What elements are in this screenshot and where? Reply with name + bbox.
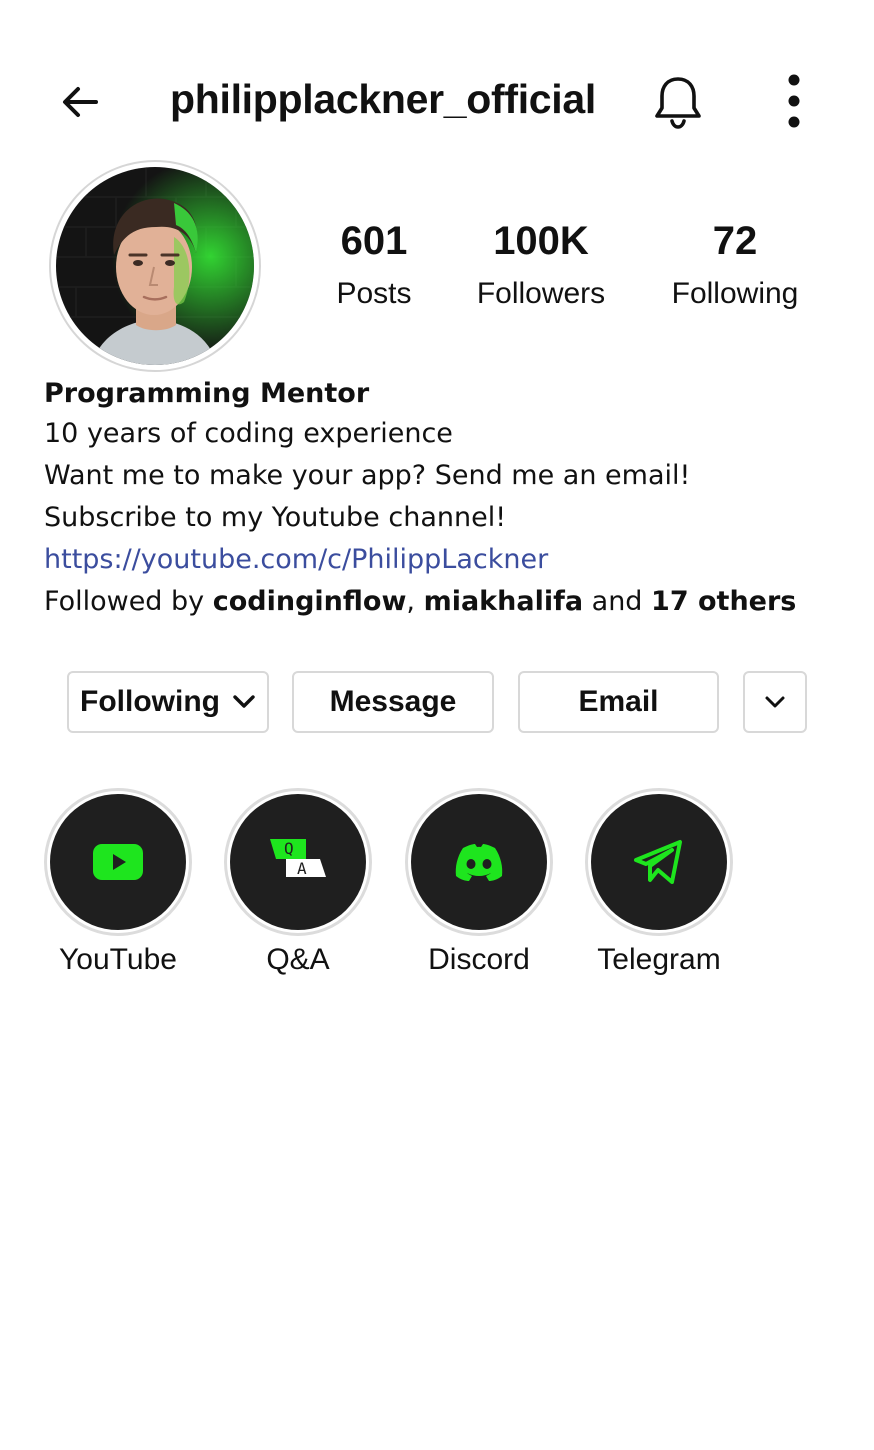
highlight-telegram[interactable]: Telegram: [585, 788, 733, 980]
profile-avatar[interactable]: [49, 160, 261, 372]
following-label: Following: [671, 277, 799, 310]
bell-icon: [655, 77, 701, 129]
back-arrow-icon: [63, 87, 98, 117]
highlight-cover: [591, 794, 727, 930]
followed-by-others-link[interactable]: 17 others: [651, 586, 796, 617]
following-count: 72: [712, 219, 758, 263]
highlight-ring: [585, 788, 733, 936]
followed-by-separator: ,: [406, 586, 424, 617]
more-vertical-icon: [788, 74, 800, 128]
notifications-button[interactable]: [648, 70, 708, 134]
highlight-label: Discord: [428, 943, 530, 976]
svg-text:A: A: [297, 859, 307, 878]
highlight-label: Q&A: [266, 943, 330, 976]
followers-count: 100K: [493, 219, 589, 263]
message-button[interactable]: Message: [292, 671, 494, 733]
svg-text:Q: Q: [284, 839, 294, 858]
bio-line: Subscribe to my Youtube channel!: [44, 502, 507, 533]
message-button-label: Message: [329, 685, 457, 718]
highlight-qa[interactable]: Q A Q&A: [224, 788, 372, 980]
avatar-image: [56, 167, 254, 365]
chevron-down-icon: [765, 696, 785, 708]
highlight-youtube[interactable]: YouTube: [44, 788, 192, 980]
stat-following[interactable]: 72 Following: [660, 218, 810, 312]
email-button[interactable]: Email: [518, 671, 719, 733]
stat-followers[interactable]: 100K Followers: [461, 218, 621, 312]
highlight-label: YouTube: [59, 943, 177, 976]
suggested-accounts-button[interactable]: [743, 671, 807, 733]
posts-label: Posts: [336, 277, 412, 310]
discord-icon: [455, 844, 503, 881]
bio-name: Programming Mentor: [44, 378, 370, 409]
top-bar: philipplackner_official: [0, 60, 874, 144]
email-button-label: Email: [578, 685, 659, 718]
stat-posts[interactable]: 601 Posts: [324, 218, 424, 312]
highlight-cover: [411, 794, 547, 930]
highlight-ring: [44, 788, 192, 936]
bio-line: 10 years of coding experience: [44, 418, 453, 449]
following-button-label: Following: [80, 685, 220, 718]
highlight-discord[interactable]: Discord: [405, 788, 553, 980]
profile-bio: Programming Mentor 10 years of coding ex…: [44, 376, 844, 626]
profile-username: philipplackner_official: [170, 76, 596, 122]
follower-link-codinginflow[interactable]: codinginflow: [213, 586, 407, 617]
posts-count: 601: [340, 219, 408, 263]
following-button[interactable]: Following: [67, 671, 269, 733]
follower-link-miakhalifa[interactable]: miakhalifa: [424, 586, 583, 617]
bio-line: Want me to make your app? Send me an ema…: [44, 460, 691, 491]
followers-label: Followers: [476, 277, 606, 310]
bio-link[interactable]: https://youtube.com/c/PhilippLackner: [44, 542, 844, 584]
qa-icon: Q A: [270, 839, 326, 878]
telegram-icon: [634, 840, 682, 884]
highlight-cover: Q A: [230, 794, 366, 930]
followed-by-and: and: [583, 586, 652, 617]
chevron-down-icon: [232, 694, 256, 710]
youtube-icon: [93, 844, 143, 880]
more-options-button[interactable]: [766, 70, 822, 134]
highlight-ring: Q A: [224, 788, 372, 936]
followed-by: Followed by codinginflow, miakhalifa and…: [44, 584, 844, 626]
back-button[interactable]: [52, 74, 108, 130]
highlight-cover: [50, 794, 186, 930]
followed-by-prefix: Followed by: [44, 586, 213, 617]
highlight-label: Telegram: [597, 943, 721, 976]
highlight-ring: [405, 788, 553, 936]
